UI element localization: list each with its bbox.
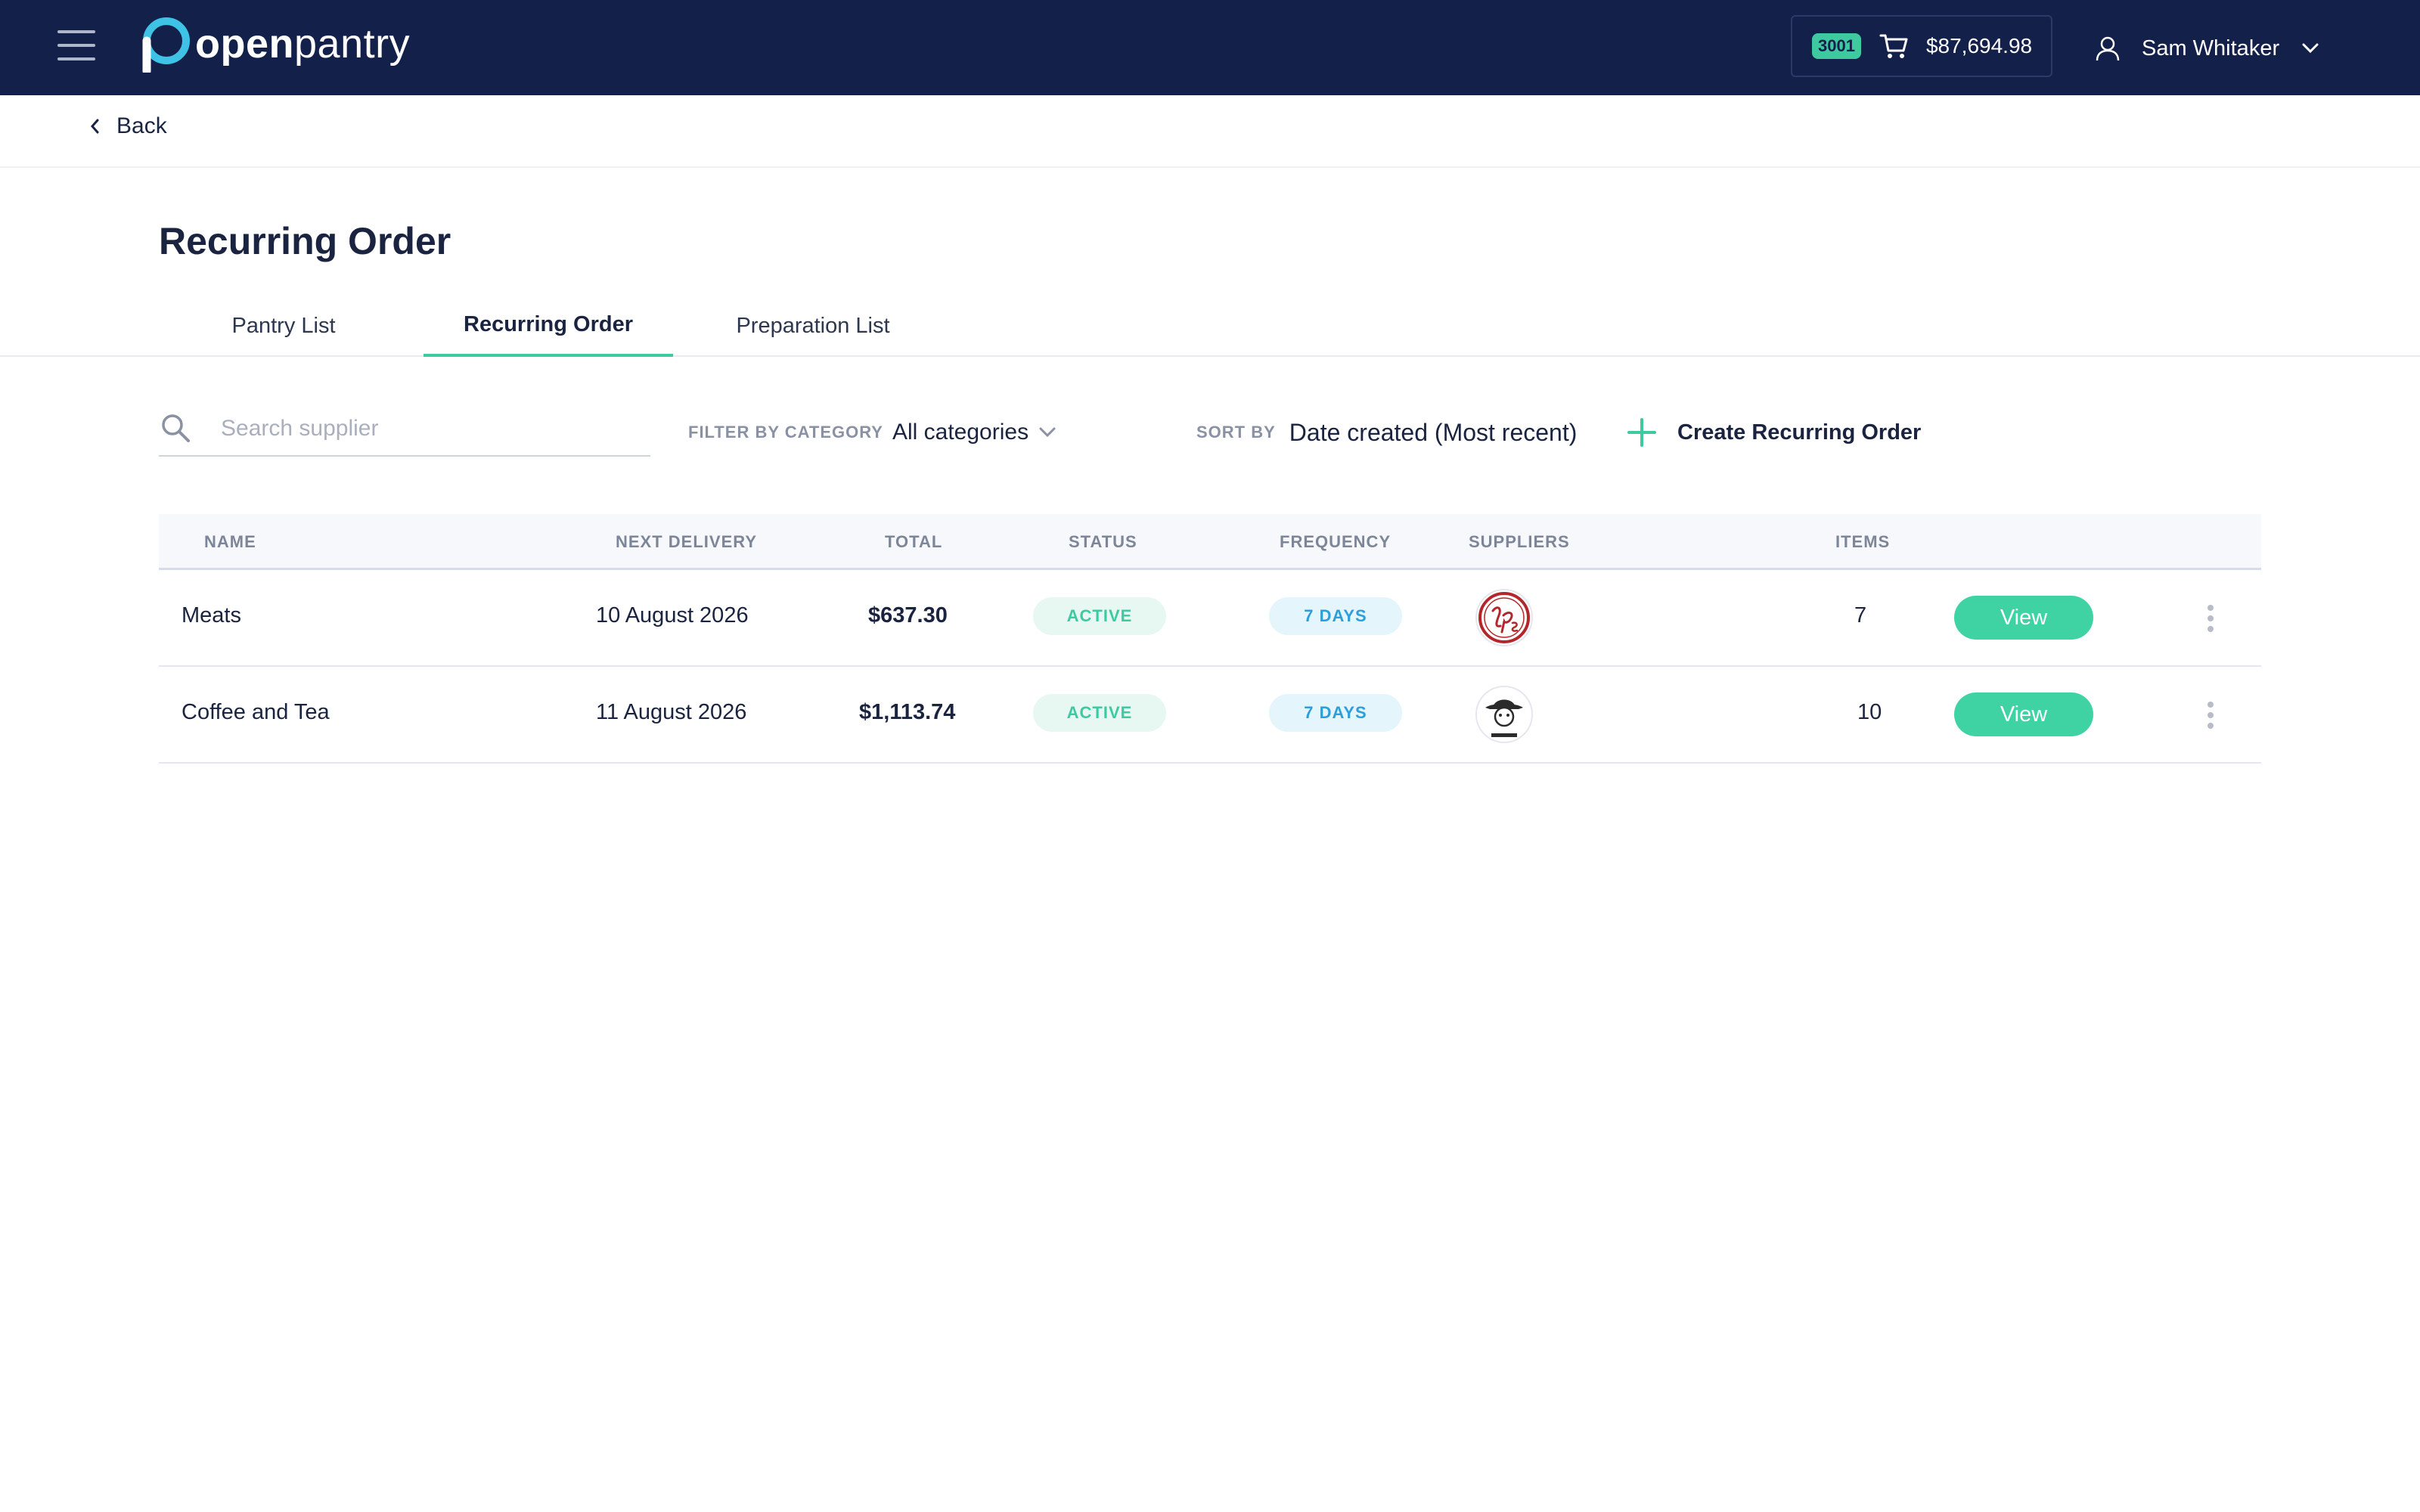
frequency-badge: 7 DAYS [1269,694,1402,732]
back-navigation-bar: Back [0,95,2420,168]
frequency-badge: 7 DAYS [1269,597,1402,635]
order-name: Meats [182,603,241,627]
user-icon [2096,36,2120,61]
table-row[interactable]: Coffee and Tea 11 August 2026 $1,113.74 … [159,667,2261,764]
more-options-icon[interactable] [2205,603,2216,634]
filter-label: FILTER BY CATEGORY [688,423,883,442]
status-badge: ACTIVE [1033,694,1166,732]
next-delivery-date: 10 August 2026 [596,603,749,627]
user-account-menu[interactable]: Sam Whitaker [2095,29,2319,68]
items-count: 10 [1857,700,1882,724]
status-badge: ACTIVE [1033,597,1166,635]
page-title: Recurring Order [159,220,451,262]
search-icon [162,414,190,442]
recurring-orders-table: NAME NEXT DELIVERY TOTAL STATUS FREQUENC… [159,514,2261,764]
chevron-down-icon [1039,427,1056,438]
tab-bar: Pantry List Recurring Order Preparation … [0,295,2420,357]
logo-mark-icon [142,17,190,73]
view-order-button[interactable]: View [1954,692,2093,736]
order-total: $637.30 [868,603,948,627]
column-header-suppliers: SUPPLIERS [1469,532,1570,551]
sort-value: Date created (Most recent) [1289,418,1578,446]
cart-total-amount: $87,694.98 [1925,34,2033,57]
column-header-status: STATUS [1069,532,1137,551]
search-input[interactable] [221,410,644,448]
logo-word-pantry: pantry [294,21,411,67]
view-order-button[interactable]: View [1954,596,2093,640]
top-navigation-bar: openpantry 3001 $87,694.98 Sam Whitaker [0,0,2420,95]
tab-pantry-list[interactable]: Pantry List [197,295,371,357]
coffee-supplier-logo [1475,686,1533,743]
lps-supplier-logo [1475,589,1533,646]
table-row[interactable]: Meats 10 August 2026 $637.30 ACTIVE 7 DA… [159,570,2261,667]
cart-icon [1879,34,1908,58]
column-header-next-delivery: NEXT DELIVERY [616,532,757,551]
logo-wordmark: openpantry [195,23,410,64]
create-recurring-order-button[interactable]: Create Recurring Order [1626,413,1921,452]
user-name: Sam Whitaker [2142,36,2280,60]
cart-summary-button[interactable]: 3001 $87,694.98 [1791,15,2052,77]
column-header-frequency: FREQUENCY [1280,532,1392,551]
tab-preparation-list[interactable]: Preparation List [703,295,923,357]
column-header-name: NAME [204,532,256,551]
tab-recurring-order[interactable]: Recurring Order [424,295,673,357]
more-options-icon[interactable] [2205,700,2216,730]
create-recurring-order-label: Create Recurring Order [1677,420,1922,445]
items-count: 7 [1854,603,1867,627]
back-label: Back [116,113,167,138]
cart-count-badge: 3001 [1812,33,1861,59]
order-name: Coffee and Tea [182,700,330,724]
category-filter-dropdown[interactable]: FILTER BY CATEGORY All categories [688,416,1056,449]
next-delivery-date: 11 August 2026 [596,700,747,724]
table-header: NAME NEXT DELIVERY TOTAL STATUS FREQUENC… [159,514,2261,570]
back-button[interactable]: Back [89,113,167,139]
chevron-left-icon [91,119,99,134]
column-header-total: TOTAL [885,532,943,551]
filter-value: All categories [892,420,1029,445]
search-supplier-field [159,405,650,457]
hamburger-menu-icon[interactable] [57,29,95,62]
logo-word-open: open [195,21,294,67]
openpantry-logo[interactable]: openpantry [136,15,410,73]
plus-icon [1627,418,1656,447]
sort-dropdown[interactable]: SORT BY Date created (Most recent) [1196,416,1578,449]
column-header-items: ITEMS [1835,532,1891,551]
order-total: $1,113.74 [859,700,956,724]
chevron-down-icon [2302,43,2319,54]
sort-label: SORT BY [1196,423,1276,442]
